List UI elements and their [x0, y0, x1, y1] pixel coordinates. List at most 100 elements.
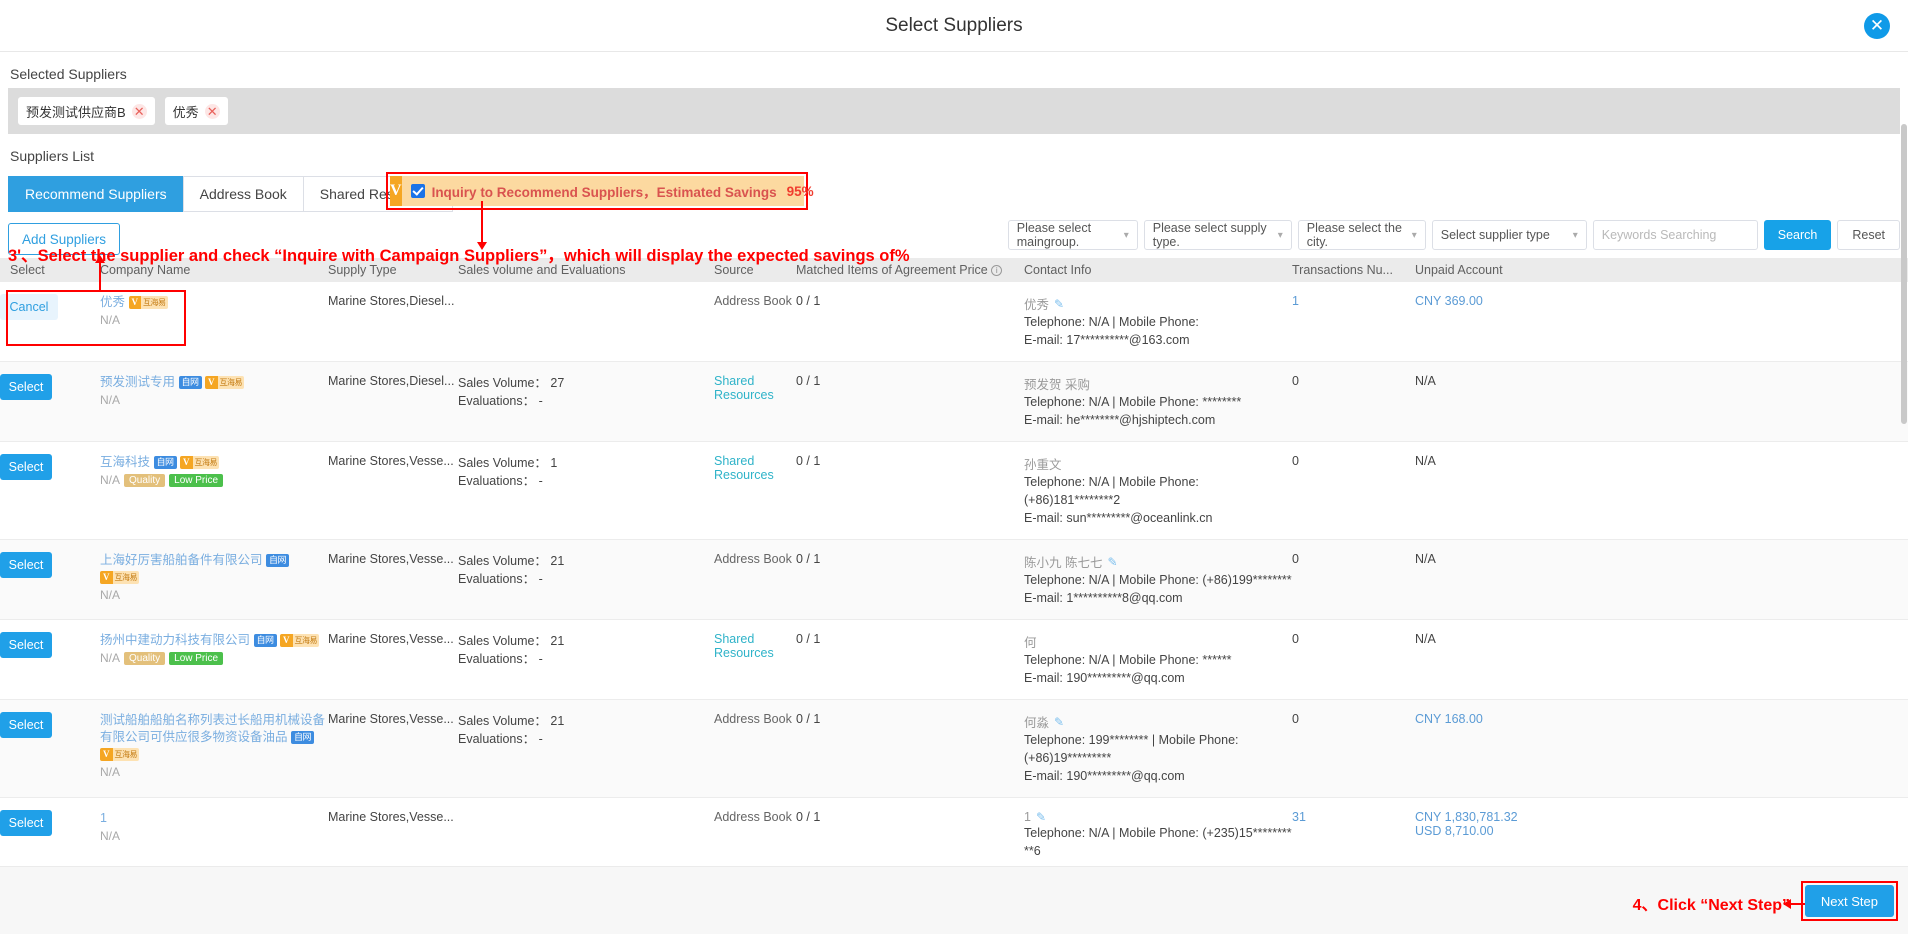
filter-select[interactable]: Please select maingroup. ▾ — [1007, 220, 1138, 250]
edit-icon[interactable]: ✎ — [1054, 297, 1064, 311]
source: Address Book — [714, 810, 792, 824]
company-sub-value: N/A — [100, 651, 121, 665]
vertical-scrollbar[interactable] — [1901, 52, 1908, 866]
company-name[interactable]: 互海科技 自网 V 互海易 — [100, 454, 328, 471]
unpaid-account[interactable]: CNY 369.00 — [1415, 294, 1908, 308]
huhaiyi-verified-badge-icon: V 互海易 — [100, 571, 139, 585]
company-name[interactable]: 测试船舶船舶名称列表过长船用机械设备有限公司可供应很多物资设备油品 自网 V 互海… — [100, 712, 328, 763]
select-supplier-button[interactable]: Select — [0, 454, 52, 480]
filter-select[interactable]: Select supplier type ▾ — [1431, 220, 1587, 250]
filter-select[interactable]: Please select the city. ▾ — [1297, 220, 1426, 250]
company-sub-value: N/A — [100, 473, 121, 487]
self-operated-badge-icon: 自网 — [153, 456, 177, 470]
inquiry-banner[interactable]: V Inquiry to Recommend Suppliers，Estimat… — [390, 176, 814, 206]
supply-type: Marine Stores,Vesse... — [328, 454, 454, 468]
transactions-number[interactable]: 31 — [1292, 798, 1415, 872]
unpaid-account[interactable]: CNY 168.00 — [1415, 712, 1908, 726]
table-row[interactable]: Select 互海科技 自网 V 互海易 N/A Quality Low Price Ma… — [0, 442, 1908, 540]
contact-phone: Telephone: N/A | Mobile Phone: ****** — [1024, 653, 1232, 667]
select-supplier-button[interactable]: Select — [0, 632, 52, 658]
huhaiyi-verified-badge-icon: V 互海易 — [205, 376, 244, 390]
contact-name: 1 ✎ — [1024, 810, 1292, 824]
edit-icon[interactable]: ✎ — [1107, 555, 1117, 569]
filter-controls: Please select maingroup. ▾ Please select s… — [1007, 220, 1900, 250]
chevron-down-icon: ▾ — [1123, 229, 1129, 241]
company-name-text: 上海好厉害船舶备件有限公司 — [100, 553, 263, 567]
company-subtext: N/A Quality Low Price — [100, 651, 328, 665]
table-row[interactable]: Select 上海好厉害船舶备件有限公司 自网 V 互海易 N/A Marine Sto… — [0, 540, 1908, 620]
modal-header: Select Suppliers ✕ — [0, 0, 1908, 52]
close-icon[interactable]: ✕ — [204, 103, 220, 119]
edit-icon[interactable]: ✎ — [1054, 715, 1064, 729]
matched-items: 0 / 1 — [796, 454, 821, 468]
source: Address Book — [714, 712, 792, 726]
contact-name-text: 优秀 — [1024, 298, 1050, 312]
edit-icon[interactable]: ✎ — [1036, 810, 1046, 824]
company-sub-value: N/A — [100, 829, 121, 843]
table-row[interactable]: Cancel 优秀 V 互海易 N/A Marine Stores,Diesel... A… — [0, 282, 1908, 362]
huhaiyi-verified-badge-icon: V 互海易 — [280, 634, 319, 648]
contact-email: E-mail: 17**********@163.com — [1024, 333, 1190, 347]
matched-items: 0 / 1 — [796, 294, 821, 308]
self-operated-badge-icon: 自网 — [253, 634, 277, 648]
contact-name: 孙重文 — [1024, 454, 1292, 473]
scrollbar-thumb[interactable] — [1901, 124, 1907, 424]
source: Address Book — [714, 294, 792, 308]
filter-placeholder: Please select the city. — [1306, 221, 1402, 249]
supply-type: Marine Stores,Vesse... — [328, 552, 454, 566]
transactions-number: 0 — [1292, 454, 1299, 468]
select-suppliers-modal: Select Suppliers ✕ Selected Suppliers 预发… — [0, 0, 1908, 934]
matched-items: 0 / 1 — [796, 552, 821, 566]
table-row[interactable]: Select 1 N/A Marine Stores,Vesse... Address… — [0, 798, 1908, 873]
company-name-text: 扬州中建动力科技有限公司 — [100, 633, 251, 647]
column-header: Sales volume and Evaluations — [458, 263, 626, 277]
reset-button[interactable]: Reset — [1837, 220, 1900, 250]
contact-name: 何 — [1024, 632, 1292, 651]
select-supplier-button[interactable]: Select — [0, 374, 52, 400]
next-step-button[interactable]: Next Step — [1804, 885, 1894, 917]
company-name[interactable]: 1 — [100, 810, 328, 827]
info-icon[interactable]: i — [991, 265, 1003, 277]
select-supplier-button[interactable]: Select — [0, 552, 52, 578]
contact-name: 预发贺 采购 — [1024, 374, 1292, 393]
filter-select[interactable]: Please select supply type. ▾ — [1143, 220, 1292, 250]
contact-name: 何淼 ✎ — [1024, 712, 1292, 731]
select-supplier-button[interactable]: Select — [0, 712, 52, 738]
unpaid-account-secondary[interactable]: USD 8,710.00 — [1415, 824, 1908, 838]
filter-placeholder: Select supplier type — [1440, 228, 1550, 242]
filter-placeholder: Please select supply type. — [1152, 221, 1267, 249]
tab-address-book[interactable]: Address Book — [182, 176, 303, 212]
company-name[interactable]: 上海好厉害船舶备件有限公司 自网 V 互海易 — [100, 552, 328, 586]
search-input[interactable] — [1592, 220, 1758, 250]
modal-footer: 4、Click “Next Step” Next Step — [0, 866, 1908, 934]
self-operated-badge-icon: 自网 — [178, 376, 202, 390]
contact-email: **6 — [1024, 844, 1041, 858]
quality-tag: Quality — [124, 473, 166, 487]
company-name[interactable]: 优秀 V 互海易 — [100, 294, 328, 311]
search-button[interactable]: Search — [1763, 220, 1832, 250]
company-name[interactable]: 预发测试专用 自网 V 互海易 — [100, 374, 328, 391]
source[interactable]: Shared Resources — [714, 442, 796, 539]
tab-recommend-suppliers[interactable]: Recommend Suppliers — [8, 176, 183, 212]
contact-email: E-mail: sun*********@oceanlink.cn — [1024, 511, 1213, 525]
close-icon[interactable]: ✕ — [131, 103, 147, 119]
unpaid-account[interactable]: CNY 1,830,781.32 — [1415, 810, 1908, 824]
filter-row: Add Suppliers Please select maingroup. ▾ P… — [0, 212, 1908, 258]
source[interactable]: Shared Resources — [714, 362, 796, 441]
cancel-supplier-button[interactable]: Cancel — [0, 294, 58, 320]
company-name-text: 优秀 — [100, 295, 126, 309]
select-supplier-button[interactable]: Select — [0, 810, 52, 836]
table-row[interactable]: Select 扬州中建动力科技有限公司 自网 V 互海易 N/A Quality Low… — [0, 620, 1908, 700]
close-icon[interactable]: ✕ — [1864, 12, 1890, 39]
table-row[interactable]: Select 预发测试专用 自网 V 互海易 N/A Marine Stores,Die… — [0, 362, 1908, 442]
column-header: Supply Type — [328, 263, 397, 277]
add-suppliers-button[interactable]: Add Suppliers — [8, 223, 121, 255]
supply-type: Marine Stores,Diesel... — [328, 374, 455, 388]
contact-name: 优秀 ✎ — [1024, 294, 1292, 313]
transactions-number[interactable]: 1 — [1292, 282, 1415, 361]
transactions-number: 0 — [1292, 632, 1299, 646]
company-name[interactable]: 扬州中建动力科技有限公司 自网 V 互海易 — [100, 632, 328, 649]
source[interactable]: Shared Resources — [714, 620, 796, 699]
inquiry-checkbox[interactable] — [410, 184, 425, 198]
table-row[interactable]: Select 测试船舶船舶名称列表过长船用机械设备有限公司可供应很多物资设备油品 … — [0, 700, 1908, 798]
